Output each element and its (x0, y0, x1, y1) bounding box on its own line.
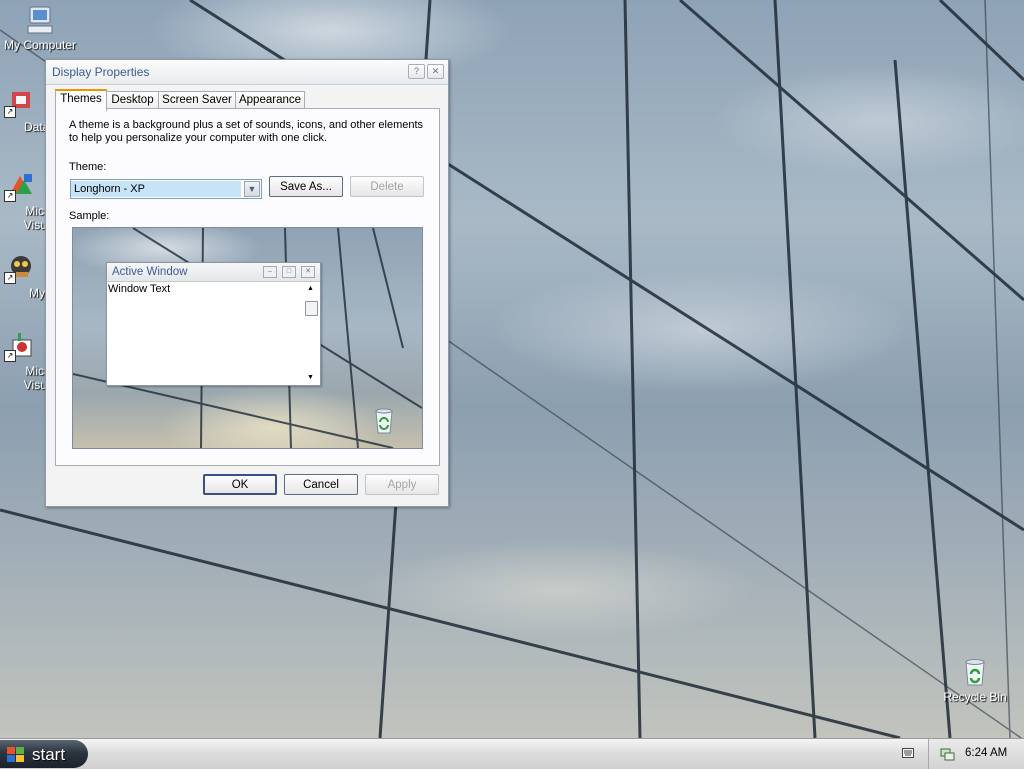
keyboard-icon[interactable] (902, 748, 914, 758)
theme-dropdown-value: Longhorn - XP (71, 181, 241, 197)
pictures-icon: ↗ (4, 252, 36, 284)
themes-tab-panel: A theme is a background plus a set of so… (55, 108, 440, 466)
shortcut-arrow-icon: ↗ (4, 350, 16, 362)
scroll-up-icon: ▲ (307, 285, 314, 292)
clock[interactable]: 6:24 AM (965, 747, 1007, 759)
ok-button[interactable]: OK (203, 474, 277, 495)
tab-appearance[interactable]: Appearance (235, 91, 305, 109)
minimize-icon: – (263, 266, 277, 278)
tab-screen-saver[interactable]: Screen Saver (158, 91, 236, 109)
close-button[interactable]: ✕ (427, 64, 444, 79)
start-button[interactable]: start (0, 740, 88, 768)
scroll-down-icon: ▼ (307, 374, 314, 381)
sample-scrollbar: ▲ ▼ (304, 282, 319, 383)
desktop-icon-my-computer[interactable]: My Computer (0, 4, 80, 52)
display-properties-dialog: Display Properties ? ✕ Themes Desktop Sc… (45, 59, 449, 507)
close-icon: ✕ (301, 266, 315, 278)
delete-button[interactable]: Delete (350, 176, 424, 197)
help-button[interactable]: ? (408, 64, 425, 79)
cancel-button[interactable]: Cancel (284, 474, 358, 495)
windows-logo-icon (7, 747, 24, 762)
shortcut-app-icon: ↗ (4, 86, 36, 118)
shortcut-arrow-icon: ↗ (4, 190, 16, 202)
network-tray-icon[interactable] (939, 746, 955, 762)
sample-label: Sample: (69, 210, 110, 222)
sample-recycle-bin-icon (371, 406, 397, 434)
taskbar: start 6:24 AM (0, 738, 1024, 769)
tab-themes[interactable]: Themes (55, 89, 107, 111)
chevron-down-icon[interactable]: ▼ (244, 181, 260, 197)
sample-window-titlebar: Active Window – □ ✕ (107, 263, 320, 282)
sample-window-title: Active Window (112, 266, 188, 278)
sample-active-window: Active Window – □ ✕ Window Text ▲ ▼ (106, 262, 321, 386)
save-as-button[interactable]: Save As... (269, 176, 343, 197)
tab-desktop[interactable]: Desktop (106, 91, 159, 109)
dialog-titlebar[interactable]: Display Properties ? ✕ (46, 60, 448, 85)
sample-window-text: Window Text (108, 283, 171, 295)
shortcut-arrow-icon: ↗ (4, 272, 16, 284)
shortcut-arrow-icon: ↗ (4, 106, 16, 118)
theme-sample-preview: Active Window – □ ✕ Window Text ▲ ▼ (72, 227, 423, 449)
start-label: start (32, 745, 66, 764)
scroll-thumb (305, 301, 318, 316)
visual-studio-icon: ↗ (4, 170, 36, 202)
visual-studio-2-icon: ↗ (4, 330, 36, 362)
apply-button[interactable]: Apply (365, 474, 439, 495)
dialog-title: Display Properties (52, 65, 150, 79)
computer-icon (24, 4, 56, 36)
desktop-icon-recycle-bin[interactable]: Recycle Bin (935, 656, 1015, 704)
recycle-bin-icon (959, 656, 991, 688)
theme-label: Theme: (69, 161, 107, 173)
maximize-icon: □ (282, 266, 296, 278)
system-tray: 6:24 AM (928, 739, 1024, 769)
themes-description: A theme is a background plus a set of so… (69, 119, 424, 144)
theme-dropdown[interactable]: Longhorn - XP ▼ (70, 179, 262, 199)
